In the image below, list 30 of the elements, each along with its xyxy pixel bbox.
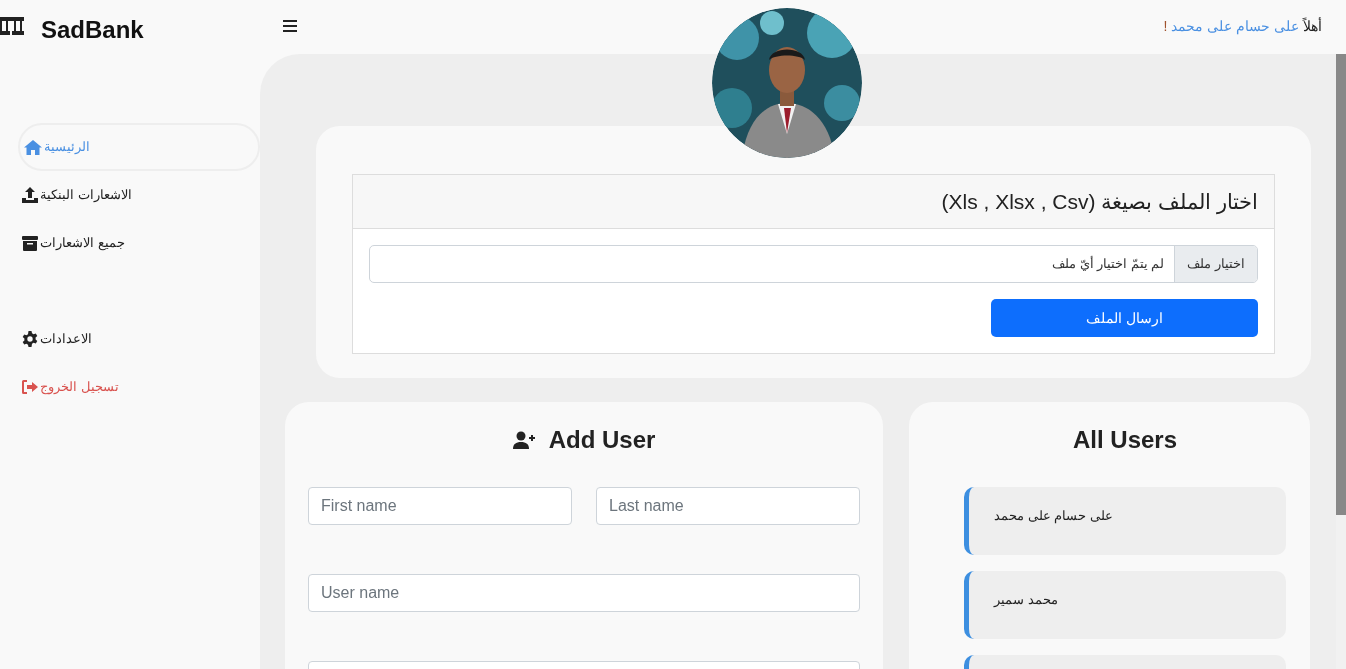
scrollbar[interactable]: [1336, 54, 1346, 669]
logout-icon: [22, 380, 38, 394]
upload-title: اختار الملف بصيغة (Xls , Xlsx , Csv): [941, 188, 1258, 217]
user-name: على حسام على محمد: [994, 508, 1113, 523]
input-field[interactable]: Last name: [596, 487, 860, 525]
menu-button[interactable]: [283, 18, 299, 34]
upload-icon: [22, 187, 38, 203]
sidebar-item[interactable]: تسجيل الخروج: [18, 363, 238, 411]
user-plus-icon: [512, 431, 535, 449]
file-input[interactable]: اختيار ملف لم يتمّ اختيار أيّ ملف: [369, 245, 1258, 283]
exclamation-text: !: [1163, 17, 1168, 36]
sidebar-item[interactable]: الاعدادات: [18, 315, 238, 363]
no-file-text: لم يتمّ اختيار أيّ ملف: [1050, 255, 1166, 274]
input-field[interactable]: First name: [308, 487, 572, 525]
submit-button[interactable]: ارسال الملف: [991, 299, 1258, 337]
user-name: محمد سمير: [994, 592, 1058, 607]
choose-file-button[interactable]: اختيار ملف: [1174, 246, 1257, 282]
sidebar-item[interactable]: جميع الاشعارات: [18, 219, 238, 267]
brand-name: SadBank: [41, 15, 144, 45]
logo-icon: [0, 17, 24, 35]
add-user-title: Add User: [548, 425, 656, 455]
home-icon: [24, 139, 42, 155]
all-users-title: All Users: [1072, 425, 1178, 455]
archive-box-icon: [22, 235, 38, 251]
user-card[interactable]: محمد سمير: [964, 571, 1286, 639]
gear-icon: [22, 331, 38, 347]
sidebar-item[interactable]: الاشعارات البنكية: [18, 171, 238, 219]
greeting-text: أهلاً: [1303, 16, 1322, 36]
input-field[interactable]: User name: [308, 574, 860, 612]
user-card[interactable]: على حسام على محمد: [964, 487, 1286, 555]
